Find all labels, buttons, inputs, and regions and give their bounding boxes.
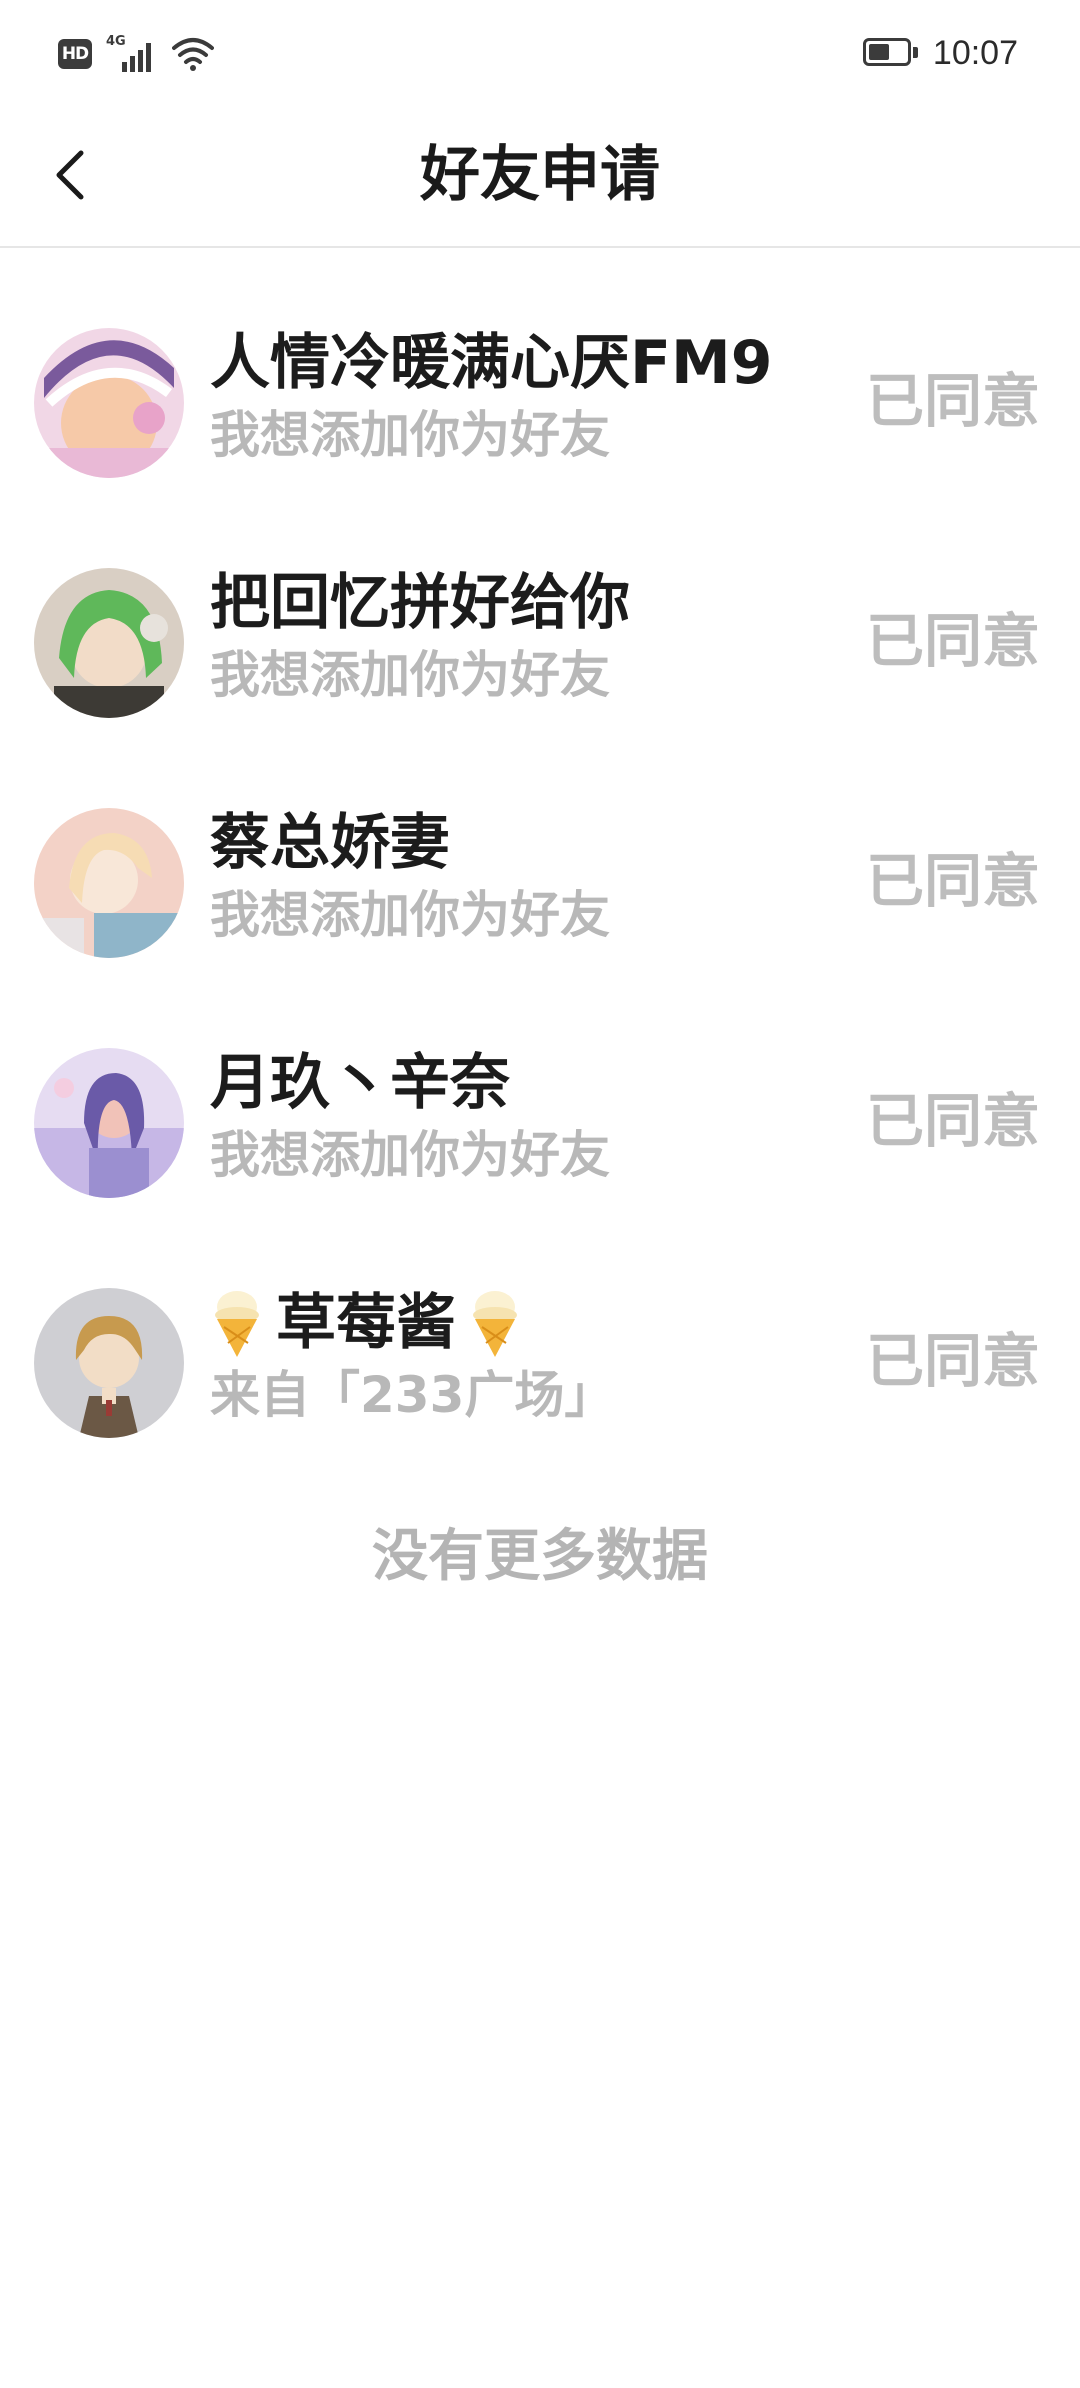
wifi-icon <box>172 36 214 72</box>
hd-icon: HD <box>58 39 92 69</box>
status-label: 已同意 <box>865 1087 1040 1155</box>
friend-request-item[interactable]: 蔡总娇妻 我想添加你为好友 已同意 <box>0 728 1080 968</box>
request-message: 我想添加你为好友 <box>210 886 610 944</box>
request-text: 把回忆拼好给你 我想添加你为好友 <box>210 564 830 708</box>
friend-request-item[interactable]: 月玖丶辛奈 我想添加你为好友 已同意 <box>0 968 1080 1208</box>
signal-icon: 4G <box>106 34 158 72</box>
avatar[interactable] <box>34 1288 184 1438</box>
request-text: 蔡总娇妻 我想添加你为好友 <box>210 804 830 948</box>
ice-cream-icon <box>215 1291 259 1357</box>
status-left: HD 4G <box>58 34 214 74</box>
friend-request-item[interactable]: 草莓酱 来自「233广场」 已同意 <box>0 1208 1080 1448</box>
status-label: 已同意 <box>865 847 1040 915</box>
request-text: 人情冷暖满心厌FM9 我想添加你为好友 <box>210 324 830 468</box>
status-bar: HD 4G 10:07 <box>0 0 1080 110</box>
status-time: 10:07 <box>932 33 1018 72</box>
status-label: 已同意 <box>865 1327 1040 1395</box>
request-message: 我想添加你为好友 <box>210 406 610 464</box>
status-label: 已同意 <box>865 607 1040 675</box>
request-message: 我想添加你为好友 <box>210 646 610 704</box>
no-more-data-text: 没有更多数据 <box>372 1524 708 1589</box>
request-message: 我想添加你为好友 <box>210 1126 610 1184</box>
battery-icon <box>862 38 919 68</box>
nickname: 人情冷暖满心厌FM9 <box>210 328 773 398</box>
friend-request-item[interactable]: 人情冷暖满心厌FM9 我想添加你为好友 已同意 <box>0 248 1080 488</box>
friend-request-item[interactable]: 把回忆拼好给你 我想添加你为好友 已同意 <box>0 488 1080 728</box>
status-label: 已同意 <box>865 367 1040 435</box>
avatar[interactable] <box>34 808 184 958</box>
nickname: 蔡总娇妻 <box>210 808 450 878</box>
avatar[interactable] <box>34 1048 184 1198</box>
avatar[interactable] <box>34 568 184 718</box>
request-source: 来自「233广场」 <box>210 1366 615 1424</box>
nickname: 月玖丶辛奈 <box>210 1048 510 1118</box>
avatar[interactable] <box>34 328 184 478</box>
ice-cream-icon <box>473 1291 517 1357</box>
header-bar: 好友申请 <box>0 110 1080 248</box>
request-text: 月玖丶辛奈 我想添加你为好友 <box>210 1044 830 1188</box>
page-title: 好友申请 <box>420 140 660 210</box>
status-right: 10:07 <box>862 30 1018 76</box>
nickname: 把回忆拼好给你 <box>210 568 630 638</box>
nickname: 草莓酱 <box>276 1288 456 1358</box>
request-text: 草莓酱 来自「233广场」 <box>210 1284 830 1428</box>
nickname-row: 草莓酱 <box>210 1284 830 1362</box>
